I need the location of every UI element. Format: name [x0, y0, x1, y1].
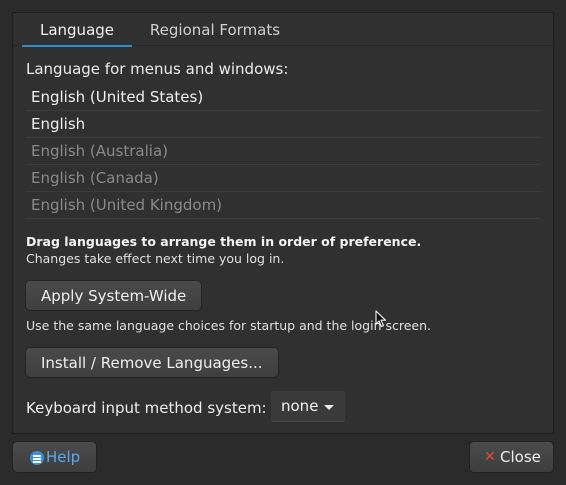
language-row-english-australia[interactable]: English (Australia)	[26, 138, 541, 165]
keyboard-input-method-select[interactable]: none	[271, 391, 345, 422]
language-support-panel: Language Regional Formats Language for m…	[12, 12, 554, 434]
install-remove-languages-button[interactable]: Install / Remove Languages...	[25, 347, 279, 378]
language-list-heading: Language for menus and windows:	[26, 60, 289, 78]
apply-system-wide-button[interactable]: Apply System-Wide	[25, 280, 203, 311]
language-row-english-us[interactable]: English (United States)	[26, 84, 541, 111]
keyboard-input-label: Keyboard input method system:	[26, 399, 267, 417]
close-label: Close	[500, 448, 541, 466]
help-label: Help	[46, 448, 81, 466]
tab-language[interactable]: Language	[22, 13, 132, 47]
help-button[interactable]: Help	[12, 441, 97, 473]
help-icon	[30, 451, 44, 465]
apply-note: Use the same language choices for startu…	[26, 318, 431, 333]
dropdown-caret-icon	[324, 405, 334, 410]
language-row-english[interactable]: English	[26, 111, 541, 138]
language-row-english-canada[interactable]: English (Canada)	[26, 165, 541, 192]
keyboard-input-method-value: none	[281, 397, 319, 415]
drag-hint: Drag languages to arrange them in order …	[26, 234, 422, 249]
relogin-hint: Changes take effect next time you log in…	[26, 251, 285, 266]
tab-regional-formats[interactable]: Regional Formats	[141, 13, 289, 46]
language-list[interactable]: English (United States) English English …	[26, 84, 541, 219]
close-icon: ✕	[484, 449, 496, 465]
tab-bar: Language Regional Formats	[13, 13, 553, 47]
language-row-english-uk[interactable]: English (United Kingdom)	[26, 192, 541, 219]
close-button[interactable]: ✕ Close	[469, 441, 554, 473]
